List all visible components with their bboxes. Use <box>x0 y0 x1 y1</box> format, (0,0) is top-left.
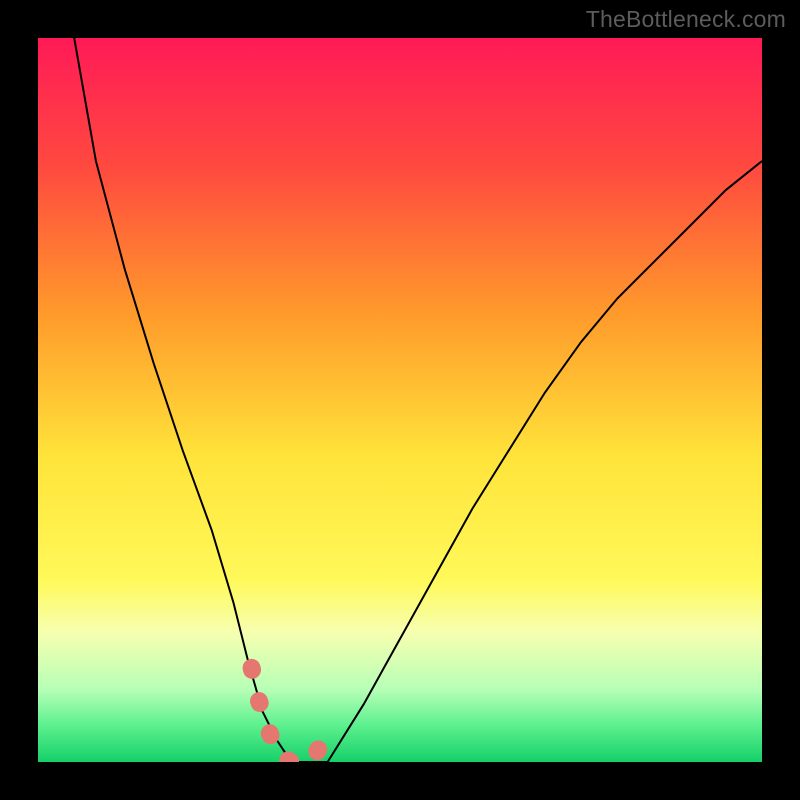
chart-frame: TheBottleneck.com <box>0 0 800 800</box>
series-highlight-segment <box>252 668 328 762</box>
watermark-text: TheBottleneck.com <box>586 6 786 33</box>
plot-area <box>38 38 762 762</box>
series-curve <box>74 38 762 762</box>
plot-svg <box>38 38 762 762</box>
